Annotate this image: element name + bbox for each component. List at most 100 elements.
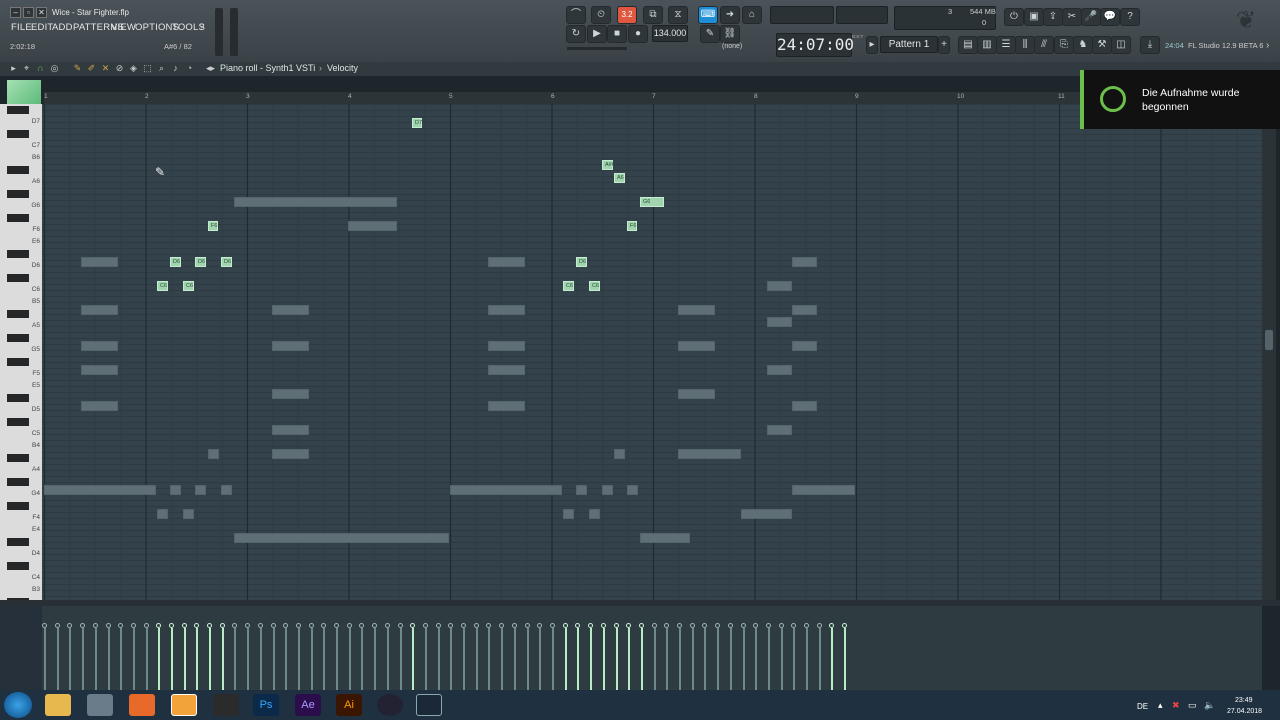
note[interactable] <box>792 257 817 267</box>
velocity-bar[interactable] <box>438 628 440 690</box>
note[interactable]: D6 <box>221 257 232 267</box>
menu-file[interactable]: FILE <box>11 22 32 33</box>
network-icon[interactable]: ▭ <box>1188 700 1197 711</box>
velocity-bar[interactable] <box>641 628 643 690</box>
velocity-bar[interactable] <box>196 628 198 690</box>
velocity-bar[interactable] <box>666 628 668 690</box>
menu-help[interactable]: ? <box>199 22 204 33</box>
tray-arrow-icon[interactable]: ▴ <box>1158 700 1163 711</box>
version-next-icon[interactable]: › <box>1266 40 1269 51</box>
velocity-bar[interactable] <box>463 628 465 690</box>
velocity-handle[interactable] <box>550 623 555 628</box>
save-icon[interactable]: ▣ <box>1024 8 1044 26</box>
note[interactable] <box>741 509 792 519</box>
note[interactable] <box>678 449 741 459</box>
velocity-handle[interactable] <box>67 623 72 628</box>
velocity-bar[interactable] <box>285 628 287 690</box>
velocity-handle[interactable] <box>486 623 491 628</box>
velocity-bar[interactable] <box>476 628 478 690</box>
velocity-bar[interactable] <box>387 628 389 690</box>
draw-tool-icon[interactable]: ✎ <box>72 63 83 74</box>
select-tool-icon[interactable]: ⬚ <box>142 63 153 74</box>
note[interactable] <box>767 281 792 291</box>
note[interactable] <box>272 449 309 459</box>
velocity-handle[interactable] <box>359 623 364 628</box>
velocity-bar[interactable] <box>654 628 656 690</box>
master-pitch-bar[interactable] <box>567 47 627 50</box>
note[interactable] <box>602 485 613 495</box>
velocity-handle[interactable] <box>639 623 644 628</box>
note[interactable]: D7 <box>412 118 422 128</box>
velocity-bar[interactable] <box>755 628 757 690</box>
velocity-bar[interactable] <box>768 628 770 690</box>
velocity-handle[interactable] <box>182 623 187 628</box>
plugin-icon[interactable]: ♞ <box>1073 36 1093 54</box>
steam-icon[interactable] <box>416 694 442 716</box>
velocity-handle[interactable] <box>93 623 98 628</box>
explorer-icon[interactable] <box>45 694 71 716</box>
menu-add[interactable]: ADD <box>52 22 73 33</box>
snap-magnet-icon[interactable]: ∩ <box>35 63 46 74</box>
note[interactable] <box>450 485 562 495</box>
tools-icon[interactable]: ⚒ <box>1092 36 1112 54</box>
velocity-bar[interactable] <box>336 628 338 690</box>
black-key[interactable] <box>7 418 29 426</box>
note[interactable]: C6 <box>157 281 168 291</box>
language-indicator[interactable]: DE <box>1137 702 1148 711</box>
velocity-handle[interactable] <box>398 623 403 628</box>
velocity-handle[interactable] <box>423 623 428 628</box>
power-icon[interactable]: ⏻ <box>1004 8 1024 26</box>
song-time-display[interactable]: 24:07:00 <box>776 33 854 57</box>
pattern-selector[interactable]: Pattern 1 <box>880 36 938 53</box>
velocity-bar[interactable] <box>717 628 719 690</box>
note[interactable] <box>81 305 118 315</box>
black-key[interactable] <box>7 166 29 174</box>
velocity-bar[interactable] <box>349 628 351 690</box>
velocity-bar[interactable] <box>82 628 84 690</box>
note[interactable] <box>589 509 600 519</box>
velocity-handle[interactable] <box>525 623 530 628</box>
play-icon[interactable]: ▶ <box>587 25 607 43</box>
velocity-handle[interactable] <box>588 623 593 628</box>
pianoroll-target[interactable]: Velocity <box>327 63 358 73</box>
note[interactable] <box>234 197 397 207</box>
velocity-bar[interactable] <box>57 628 59 690</box>
velocity-handle[interactable] <box>791 623 796 628</box>
minimize-icon[interactable]: – <box>10 7 21 18</box>
velocity-handle[interactable] <box>601 623 606 628</box>
velocity-handle[interactable] <box>271 623 276 628</box>
black-key[interactable] <box>7 538 29 546</box>
microphone-icon[interactable]: 🎤 <box>1081 8 1101 26</box>
velocity-handle[interactable] <box>766 623 771 628</box>
velocity-handle[interactable] <box>626 623 631 628</box>
download-icon[interactable]: ⤓ <box>1140 36 1160 54</box>
velocity-handle[interactable] <box>537 623 542 628</box>
velocity-bar[interactable] <box>184 628 186 690</box>
velocity-handle[interactable] <box>829 623 834 628</box>
note[interactable] <box>488 365 525 375</box>
note[interactable] <box>272 389 309 399</box>
velocity-handle[interactable] <box>448 623 453 628</box>
velocity-bar[interactable] <box>616 628 618 690</box>
velocity-bar[interactable] <box>577 628 579 690</box>
menu-view[interactable]: VIEW <box>111 22 136 33</box>
stop-icon[interactable]: ■ <box>607 25 627 43</box>
black-key[interactable] <box>7 562 29 570</box>
velocity-handle[interactable] <box>169 623 174 628</box>
record-icon[interactable]: ● <box>628 25 648 43</box>
velocity-bar[interactable] <box>730 628 732 690</box>
note-grid[interactable]: D7 A#6 A6 G6 F6 F6 D6 D6 D6 D6 C6 C6 C6 C6 <box>42 104 1262 600</box>
note[interactable] <box>81 401 118 411</box>
velocity-handle[interactable] <box>436 623 441 628</box>
velocity-handle[interactable] <box>55 623 60 628</box>
note[interactable] <box>767 365 792 375</box>
velocity-panel[interactable] <box>42 606 1262 690</box>
piano-roll-icon[interactable]: ▥ <box>977 36 997 54</box>
photoshop-icon[interactable]: Ps <box>253 694 279 716</box>
velocity-bar[interactable] <box>412 628 414 690</box>
note[interactable] <box>678 389 715 399</box>
black-key[interactable] <box>7 250 29 258</box>
velocity-handle[interactable] <box>283 623 288 628</box>
velocity-bar[interactable] <box>590 628 592 690</box>
velocity-bar[interactable] <box>311 628 313 690</box>
